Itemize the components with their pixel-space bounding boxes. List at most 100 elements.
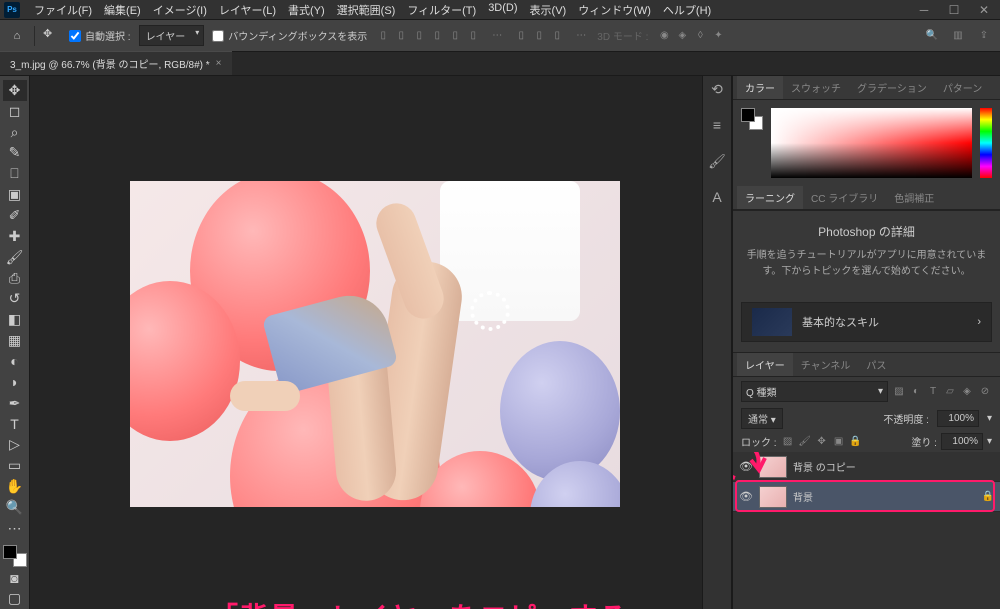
minimize-button[interactable]: ─ (912, 2, 936, 18)
character-icon[interactable]: A (708, 188, 726, 206)
menu-item[interactable]: 選択範囲(S) (331, 0, 402, 20)
layer-name[interactable]: 背景 (793, 489, 976, 504)
align-icon[interactable]: ▯ (393, 28, 409, 44)
blur-tool[interactable]: ◐ (3, 351, 27, 372)
panel-tab[interactable]: パス (858, 353, 894, 376)
menu-item[interactable]: ファイル(F) (28, 0, 98, 20)
layer-thumbnail[interactable] (759, 486, 787, 508)
panel-tab[interactable]: パターン (935, 76, 991, 99)
color-picker[interactable] (771, 108, 972, 178)
zoom-tool[interactable]: 🔍 (3, 497, 27, 518)
mode3d-icon[interactable]: ◈ (674, 28, 690, 44)
hue-slider[interactable] (980, 108, 992, 178)
align-icon[interactable]: ▯ (465, 28, 481, 44)
panel-tab[interactable]: CC ライブラリ (803, 186, 886, 209)
panel-tab[interactable]: チャンネル (793, 353, 859, 376)
align-icon[interactable]: ▯ (447, 28, 463, 44)
mode3d-icon[interactable]: ✦ (710, 28, 726, 44)
layer-name[interactable]: 背景 のコピー (793, 459, 994, 474)
eyedropper-tool[interactable]: ✐ (3, 205, 27, 226)
hand-tool[interactable]: ✋ (3, 476, 27, 497)
layer-row[interactable]: 👁 背景 のコピー (733, 452, 1000, 482)
panel-tab[interactable]: ラーニング (737, 186, 803, 209)
lock-transparent-icon[interactable]: ▨ (781, 435, 795, 449)
screenmode-tool[interactable]: ▢ (3, 588, 27, 609)
path-tool[interactable]: ▷ (3, 434, 27, 455)
shape-tool[interactable]: ▭ (3, 455, 27, 476)
history-icon[interactable]: ⟲ (708, 80, 726, 98)
menu-item[interactable]: フィルター(T) (401, 0, 482, 20)
lasso-tool[interactable]: ⌕ (3, 122, 27, 143)
close-button[interactable]: ✕ (972, 2, 996, 18)
stamp-tool[interactable]: ⎙ (3, 268, 27, 289)
skill-card[interactable]: 基本的なスキル › (741, 302, 992, 342)
close-tab-icon[interactable]: × (216, 58, 222, 69)
properties-icon[interactable]: ≡ (708, 116, 726, 134)
distribute-icon[interactable]: ▯ (513, 28, 529, 44)
menu-item[interactable]: レイヤー(L) (213, 0, 282, 20)
edit-toolbar[interactable]: ⋯ (3, 518, 27, 539)
eraser-tool[interactable]: ◧ (3, 309, 27, 330)
blend-mode-dropdown[interactable]: 通常 ▾ (741, 408, 783, 429)
filter-smart-icon[interactable]: ◈ (960, 385, 974, 399)
type-tool[interactable]: T (3, 414, 27, 435)
align-icon[interactable]: ▯ (429, 28, 445, 44)
quickmask-tool[interactable]: ◙ (3, 567, 27, 588)
panel-tab[interactable]: スウォッチ (783, 76, 849, 99)
color-swatches[interactable] (3, 545, 27, 568)
opacity-input[interactable]: 100% (937, 410, 979, 427)
distribute-icon[interactable]: ▯ (531, 28, 547, 44)
filter-pixel-icon[interactable]: ▨ (892, 385, 906, 399)
more-icon[interactable]: ⋯ (573, 28, 589, 44)
search-icon[interactable]: 🔍 (924, 28, 940, 44)
more-icon[interactable]: ⋯ (489, 28, 505, 44)
mode3d-icon[interactable]: ◉ (656, 28, 672, 44)
layer-thumbnail[interactable] (759, 456, 787, 478)
menu-item[interactable]: 編集(E) (98, 0, 147, 20)
auto-select-checkbox[interactable]: 自動選択 : (69, 28, 131, 43)
quick-select-tool[interactable]: ✎ (3, 143, 27, 164)
menu-item[interactable]: ウィンドウ(W) (572, 0, 657, 20)
color-fgbg[interactable] (741, 108, 763, 130)
lock-artboard-icon[interactable]: ▣ (832, 435, 846, 449)
move-tool[interactable]: ✥ (3, 80, 27, 101)
maximize-button[interactable]: ☐ (942, 2, 966, 18)
visibility-icon[interactable]: 👁 (739, 460, 753, 474)
filter-toggle[interactable]: ⊘ (978, 385, 992, 399)
home-icon[interactable]: ⌂ (8, 27, 26, 45)
layer-kind-dropdown[interactable]: Q 種類▾ (741, 381, 888, 402)
pen-tool[interactable]: ✒ (3, 393, 27, 414)
brush-tool[interactable]: 🖌 (3, 247, 27, 268)
crop-tool[interactable]: ⎕ (3, 163, 27, 184)
filter-type-icon[interactable]: T (926, 385, 940, 399)
lock-pixels-icon[interactable]: 🖌 (798, 435, 812, 449)
panel-tab[interactable]: グラデーション (849, 76, 935, 99)
gradient-tool[interactable]: ▦ (3, 330, 27, 351)
document-canvas[interactable] (130, 181, 620, 507)
distribute-icon[interactable]: ▯ (549, 28, 565, 44)
share-icon[interactable]: ⇪ (976, 28, 992, 44)
mode3d-icon[interactable]: ◊ (692, 28, 708, 44)
align-icon[interactable]: ▯ (375, 28, 391, 44)
dodge-tool[interactable]: ◗ (3, 372, 27, 393)
workspace-icon[interactable]: ▥ (950, 28, 966, 44)
menu-item[interactable]: 3D(D) (482, 0, 523, 20)
history-brush-tool[interactable]: ↺ (3, 288, 27, 309)
heal-tool[interactable]: ✚ (3, 226, 27, 247)
lock-position-icon[interactable]: ✥ (815, 435, 829, 449)
marquee-tool[interactable]: ◻ (3, 101, 27, 122)
panel-tab[interactable]: カラー (737, 76, 783, 99)
layer-row[interactable]: 👁 背景 🔒 (733, 482, 1000, 512)
menu-item[interactable]: ヘルプ(H) (657, 0, 717, 20)
canvas-area[interactable]: 「背景」レイヤーをコピーする (30, 76, 702, 609)
panel-tab[interactable]: 色調補正 (886, 186, 942, 209)
filter-shape-icon[interactable]: ▱ (943, 385, 957, 399)
align-icon[interactable]: ▯ (411, 28, 427, 44)
fill-input[interactable]: 100% (941, 433, 983, 450)
menu-item[interactable]: 表示(V) (524, 0, 573, 20)
brushes-icon[interactable]: 🖌 (708, 152, 726, 170)
visibility-icon[interactable]: 👁 (739, 490, 753, 504)
panel-tab[interactable]: レイヤー (737, 353, 793, 376)
menu-item[interactable]: イメージ(I) (147, 0, 213, 20)
layer-dropdown[interactable]: レイヤー (139, 25, 205, 46)
